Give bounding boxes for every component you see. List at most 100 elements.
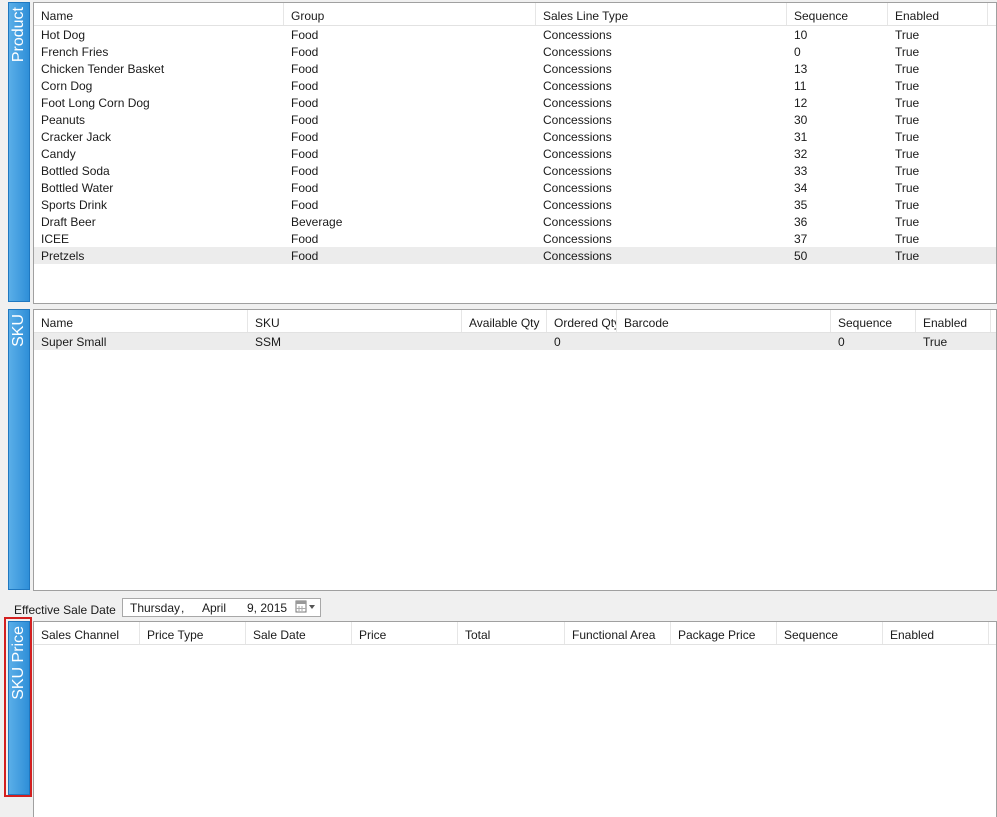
product-table-cell: 30: [794, 113, 808, 127]
product-table-row[interactable]: Cracker Jack Food Concessions 31 True: [34, 128, 996, 145]
product-table-cell: Chicken Tender Basket: [41, 62, 165, 76]
sku-price-col-header[interactable]: Sequence: [777, 622, 883, 644]
product-tab[interactable]: Product: [8, 2, 30, 302]
product-table-cell: Foot Long Corn Dog: [41, 96, 150, 110]
product-col-header[interactable]: Sales Line Type: [536, 3, 787, 25]
sku-price-col-header[interactable]: Total: [458, 622, 565, 644]
sku-table-cell: 0: [554, 335, 561, 349]
product-table-row[interactable]: Sports Drink Food Concessions 35 True: [34, 196, 996, 213]
product-table-cell: True: [895, 96, 920, 110]
product-table-cell: Concessions: [543, 232, 612, 246]
product-table-cell: Food: [291, 79, 319, 93]
sku-price-col-header[interactable]: Enabled: [883, 622, 989, 644]
sku-col-header[interactable]: Ordered Qty: [547, 310, 617, 332]
effective-sale-date-row: Effective Sale Date Thursday , April 9, …: [0, 596, 997, 622]
product-table-row[interactable]: Peanuts Food Concessions 30 True: [34, 111, 996, 128]
product-table-cell: 50: [794, 249, 808, 263]
product-table-row[interactable]: Bottled Water Food Concessions 34 True: [34, 179, 996, 196]
product-table-cell: 31: [794, 130, 808, 144]
product-table-cell: 36: [794, 215, 808, 229]
date-month[interactable]: April: [202, 601, 226, 615]
product-table-cell: 33: [794, 164, 808, 178]
product-table-cell: Bottled Water: [41, 181, 114, 195]
product-col-header[interactable]: Group: [284, 3, 536, 25]
product-table-row[interactable]: Candy Food Concessions 32 True: [34, 145, 996, 162]
sku-col-header[interactable]: Enabled: [916, 310, 991, 332]
product-table-cell: Concessions: [543, 28, 612, 42]
sku-price-col-header[interactable]: Sale Date: [246, 622, 352, 644]
product-table-cell: True: [895, 113, 920, 127]
sku-col-header[interactable]: Name: [34, 310, 248, 332]
sku-table-cell: True: [923, 335, 948, 349]
product-table-cell: Food: [291, 130, 319, 144]
product-table-row[interactable]: Draft Beer Beverage Concessions 36 True: [34, 213, 996, 230]
product-table-row[interactable]: Foot Long Corn Dog Food Concessions 12 True: [34, 94, 996, 111]
product-grid[interactable]: Name Group Sales Line Type Sequence Enabled …: [33, 2, 997, 304]
sku-table-cell: 0: [838, 335, 845, 349]
product-table-row[interactable]: Corn Dog Food Concessions 11 True: [34, 77, 996, 94]
product-table-cell: True: [895, 215, 920, 229]
sku-col-header[interactable]: Available Qty: [462, 310, 547, 332]
product-table-cell: True: [895, 198, 920, 212]
product-table-row[interactable]: Pretzels Food Concessions 50 True: [34, 247, 996, 264]
product-table-cell: Pretzels: [41, 249, 85, 263]
product-table-cell: 11: [794, 79, 807, 93]
product-table-cell: Food: [291, 181, 319, 195]
sku-table-row[interactable]: Super Small SSM 0 0 True: [34, 333, 996, 350]
product-table-cell: Concessions: [543, 147, 612, 161]
product-table-cell: True: [895, 62, 920, 76]
sku-price-col-header[interactable]: Package Price: [671, 622, 777, 644]
product-table-cell: Peanuts: [41, 113, 86, 127]
product-table-cell: 13: [794, 62, 808, 76]
sku-price-col-header[interactable]: Sales Channel: [34, 622, 140, 644]
product-table-cell: Concessions: [543, 113, 612, 127]
product-table-cell: Food: [291, 232, 319, 246]
sku-tab-label: SKU: [10, 314, 27, 347]
product-table-cell: Food: [291, 45, 319, 59]
sku-tab[interactable]: SKU: [8, 309, 30, 590]
product-table-cell: Food: [291, 249, 319, 263]
sku-col-header[interactable]: Barcode: [617, 310, 831, 332]
effective-sale-date-picker[interactable]: Thursday , April 9, 2015: [122, 598, 321, 617]
product-table-cell: Corn Dog: [41, 79, 93, 93]
product-table-cell: ICEE: [41, 232, 70, 246]
sku-col-header[interactable]: Sequence: [831, 310, 916, 332]
product-table-cell: Concessions: [543, 164, 612, 178]
product-table-cell: Concessions: [543, 249, 612, 263]
product-table-cell: Food: [291, 147, 319, 161]
sku-price-col-header[interactable]: Functional Area: [565, 622, 671, 644]
sku-price-grid[interactable]: Sales Channel Price Type Sale Date Price Tot…: [33, 621, 997, 817]
sku-col-header[interactable]: SKU: [248, 310, 462, 332]
product-col-header[interactable]: Name: [34, 3, 284, 25]
sku-grid[interactable]: Name SKU Available Qty Ordered Qty Barcode Se…: [33, 309, 997, 591]
product-table-cell: Bottled Soda: [41, 164, 110, 178]
product-grid-header: Name Group Sales Line Type Sequence Enabled: [34, 3, 996, 26]
product-table-cell: Food: [291, 62, 319, 76]
product-col-header[interactable]: Enabled: [888, 3, 988, 25]
sku-price-col-header[interactable]: Price Type: [140, 622, 246, 644]
product-table-cell: Beverage: [291, 215, 343, 229]
calendar-icon[interactable]: [294, 600, 318, 615]
product-table-row[interactable]: Hot Dog Food Concessions 10 True: [34, 26, 996, 43]
product-table-row[interactable]: ICEE Food Concessions 37 True: [34, 230, 996, 247]
product-table-cell: 10: [794, 28, 808, 42]
sku-price-col-header[interactable]: Price: [352, 622, 458, 644]
product-table-row[interactable]: Bottled Soda Food Concessions 33 True: [34, 162, 996, 179]
product-table-row[interactable]: Chicken Tender Basket Food Concessions 13 Tr…: [34, 60, 996, 77]
date-day-year[interactable]: 9, 2015: [247, 601, 287, 615]
product-grid-body: Hot Dog Food Concessions 10 True French Fries…: [34, 26, 996, 264]
product-table-cell: French Fries: [41, 45, 109, 59]
date-weekday[interactable]: Thursday: [130, 601, 180, 615]
product-table-row[interactable]: French Fries Food Concessions 0 True: [34, 43, 996, 60]
product-table-cell: True: [895, 130, 920, 144]
product-table-cell: Food: [291, 164, 319, 178]
product-table-cell: True: [895, 147, 920, 161]
product-table-cell: Candy: [41, 147, 76, 161]
sku-price-tab-highlight: [4, 617, 32, 797]
product-table-cell: Concessions: [543, 198, 612, 212]
product-table-cell: True: [895, 232, 920, 246]
sku-table-cell: [617, 333, 831, 350]
product-col-header[interactable]: Sequence: [787, 3, 888, 25]
product-table-cell: True: [895, 45, 920, 59]
product-table-cell: 12: [794, 96, 808, 110]
